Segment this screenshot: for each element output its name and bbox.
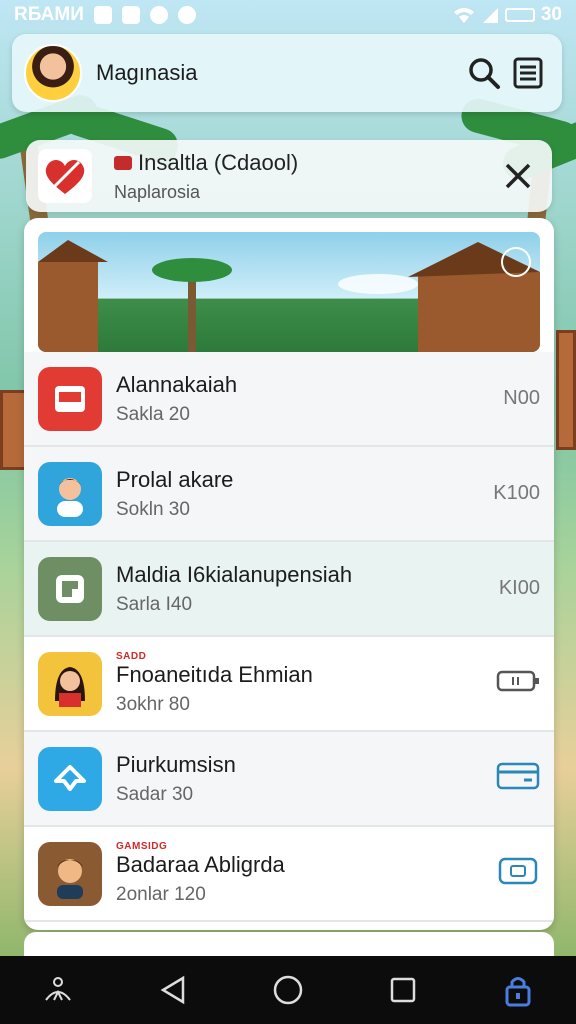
list-item[interactable]: Alannakaiah Sakla 20 N00	[24, 352, 554, 447]
item-subtitle: Sokln 30	[116, 498, 190, 520]
calendar-icon	[38, 366, 102, 431]
list-item[interactable]: Prolal akare Sokln 30 K100	[24, 447, 554, 542]
home-button[interactable]	[264, 966, 312, 1014]
image-icon	[121, 6, 140, 24]
app-header: Magınasia	[12, 34, 562, 112]
person-avatar-icon	[38, 651, 102, 716]
item-title: Maldia I6kialanupensiah	[116, 561, 353, 587]
back-button[interactable]	[149, 966, 197, 1014]
clock-time: 30	[540, 4, 562, 25]
banner-image	[38, 232, 540, 352]
content-panel: Alannakaiah Sakla 20 N00 Prolal akare So…	[24, 218, 554, 930]
list-item[interactable]: Maldia I6kialanupensiah Sarla I40 KI00	[24, 542, 554, 637]
person-avatar-icon	[38, 461, 102, 526]
search-button[interactable]	[462, 51, 506, 95]
person-avatar-icon	[38, 841, 102, 906]
menu-list-button[interactable]	[506, 51, 550, 95]
item-label: SADD	[116, 651, 147, 662]
lock-icon	[505, 977, 531, 1007]
notification-subtitle: Naplarosia	[114, 181, 201, 202]
item-subtitle: Sarla I40	[116, 593, 193, 615]
profile-avatar[interactable]	[24, 44, 82, 102]
back-icon	[160, 975, 185, 1005]
item-value: N00	[503, 387, 540, 409]
home-icon	[273, 975, 303, 1005]
recents-icon	[390, 977, 416, 1003]
item-value: KI00	[498, 577, 540, 599]
lock-button[interactable]	[494, 966, 542, 1014]
item-title: Piurkumsisn	[116, 751, 236, 777]
item-action[interactable]	[492, 761, 540, 797]
list-icon	[513, 57, 543, 89]
battery-outline-icon	[496, 670, 539, 691]
notification-title: Insaltla (Cdaool)	[138, 149, 299, 175]
screen-icon	[498, 857, 538, 884]
item-title: Badaraa Abligrda	[116, 852, 285, 877]
accessibility-button[interactable]	[34, 966, 82, 1014]
navigation-bar	[0, 956, 576, 1024]
item-subtitle: 3okhr 80	[116, 694, 190, 715]
item-title: Prolal akare	[116, 466, 234, 492]
bag-icon	[38, 556, 102, 621]
battery-icon	[504, 8, 535, 22]
item-subtitle: Sadar 30	[116, 783, 194, 805]
heart-app-icon	[38, 149, 92, 203]
item-list: Alannakaiah Sakla 20 N00 Prolal akare So…	[24, 352, 554, 922]
search-icon	[469, 58, 500, 89]
app-title: Magınasia	[96, 60, 198, 85]
item-title: Alannakaiah	[116, 371, 238, 397]
item-label: GAMSIDG	[116, 841, 168, 852]
list-item[interactable]: Piurkumsisn Sadar 30	[24, 732, 554, 827]
item-action[interactable]	[492, 856, 540, 892]
status-bar: RБАМИ 30	[0, 0, 576, 30]
item-subtitle: Sakla 20	[116, 403, 190, 425]
messenger-icon	[177, 6, 196, 24]
notification-icon	[93, 6, 112, 24]
list-item[interactable]: SADD Fnoaneitıda Ehmian 3okhr 80	[24, 637, 554, 732]
signal-icon	[482, 8, 498, 23]
card-icon	[496, 762, 540, 789]
dismiss-button[interactable]	[496, 154, 540, 198]
accessibility-icon	[44, 977, 71, 1001]
list-item[interactable]: GAMSIDG Badaraa Abligrda 2onlar 120	[24, 827, 554, 922]
item-subtitle: 2onlar 120	[116, 884, 206, 905]
item-title: Fnoaneitıda Ehmian	[116, 662, 313, 687]
notification-tag-icon	[114, 155, 132, 170]
wifi-icon	[453, 8, 474, 23]
item-action[interactable]	[492, 669, 540, 699]
chat-icon	[38, 746, 102, 811]
carrier-label: RБАМИ	[14, 4, 84, 25]
notification-card[interactable]: Insaltla (Cdaool) Naplarosia	[26, 140, 552, 212]
recents-button[interactable]	[379, 966, 427, 1014]
close-icon	[505, 163, 531, 189]
chat-icon	[149, 6, 168, 24]
item-value: K100	[493, 482, 540, 504]
